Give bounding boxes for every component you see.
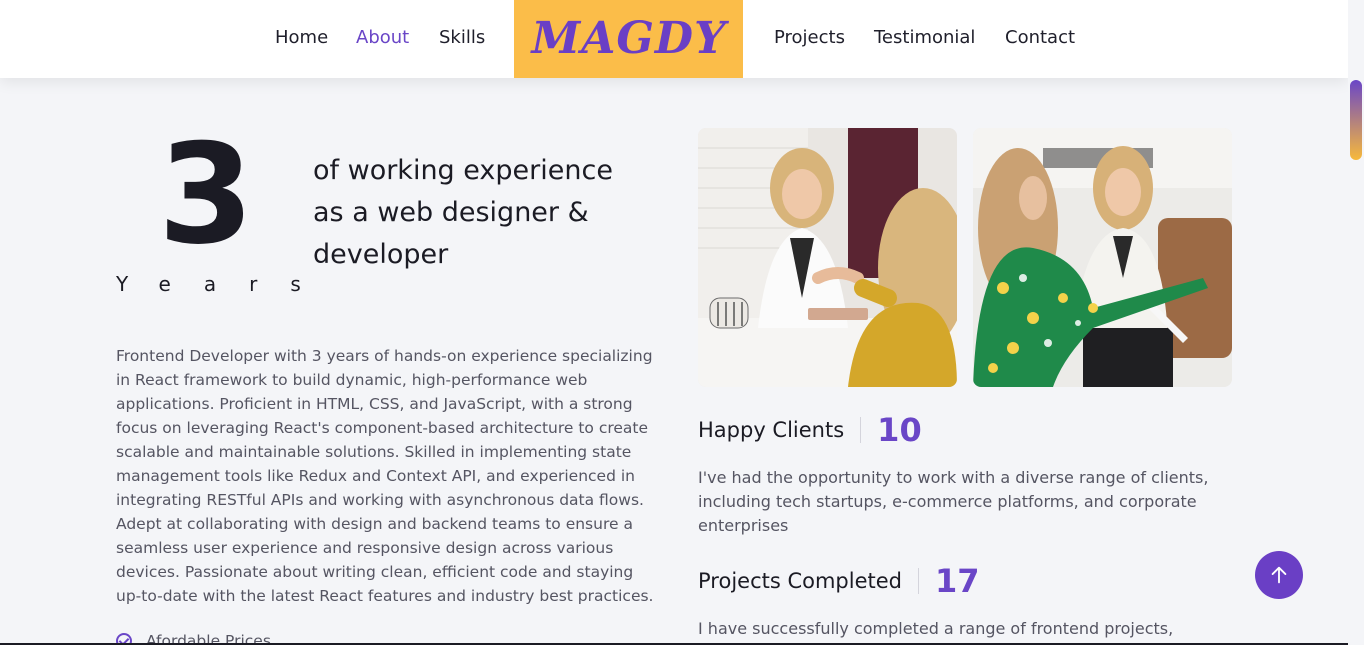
bio-paragraph: Frontend Developer with 3 years of hands… (116, 347, 654, 605)
nav-link-testimonial[interactable]: Testimonial (874, 27, 975, 48)
stat-label: Happy Clients (698, 417, 862, 443)
experience-number: 3 (158, 114, 254, 275)
stat-happy-clients: Happy Clients 10 (698, 414, 922, 446)
scrollbar-thumb[interactable] (1350, 80, 1362, 160)
nav-link-home[interactable]: Home (275, 27, 328, 48)
stat-projects-completed: Projects Completed 17 (698, 565, 980, 597)
navbar: Home About Skills MAGDY Projects Testimo… (0, 0, 1348, 78)
stat-description: I've had the opportunity to work with a … (698, 468, 1209, 535)
nav-link-skills[interactable]: Skills (439, 27, 485, 48)
experience-text: of working experience as a web designer … (313, 155, 613, 270)
scroll-to-top-button[interactable] (1255, 551, 1303, 599)
stat-label: Projects Completed (698, 568, 920, 594)
nav-link-projects[interactable]: Projects (774, 27, 845, 48)
stat-value: 10 (877, 411, 922, 449)
logo-text: MAGDY (529, 13, 729, 64)
nav-link-about[interactable]: About (356, 27, 409, 48)
experience-unit: Years (116, 272, 334, 296)
about-photo-meeting (973, 128, 1232, 387)
logo[interactable]: MAGDY (514, 0, 743, 78)
logo-wordmark: MAGDY (529, 13, 729, 64)
about-photo-handshake (698, 128, 957, 387)
arrow-up-icon (1271, 566, 1287, 584)
nav-link-contact[interactable]: Contact (1005, 27, 1075, 48)
scrollbar[interactable] (1348, 0, 1364, 645)
stat-description: I have successfully completed a range of… (698, 619, 1174, 645)
stat-value: 17 (935, 562, 980, 600)
page: Home About Skills MAGDY Projects Testimo… (0, 0, 1348, 645)
